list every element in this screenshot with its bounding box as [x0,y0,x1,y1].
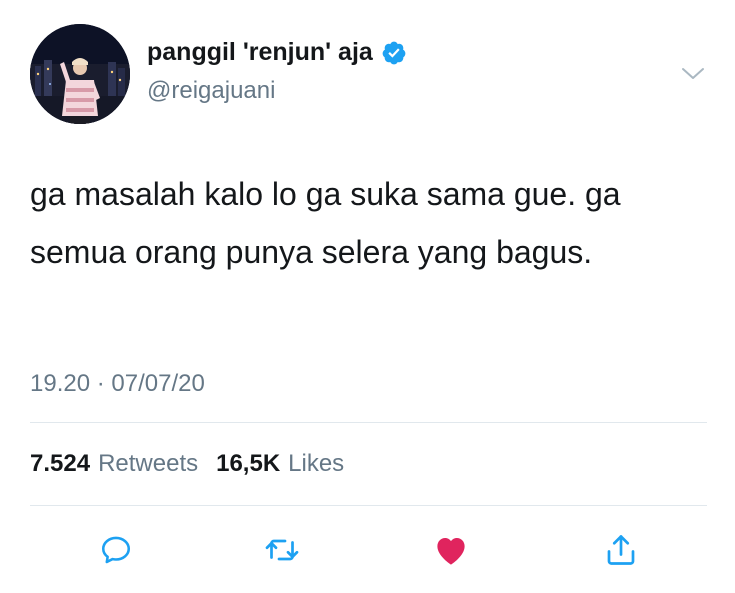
heart-icon [437,537,465,565]
share-icon [607,535,635,565]
retweets-label[interactable]: Retweets [98,450,198,478]
divider [30,422,707,423]
reply-icon [101,536,131,564]
chevron-down-icon[interactable] [680,60,706,86]
likes-count[interactable]: 16,5K [216,450,280,478]
likes-label[interactable]: Likes [288,450,344,478]
retweets-count[interactable]: 7.524 [30,450,90,478]
divider [30,505,707,506]
author-name-row: panggil 'renjun' aja [147,38,407,67]
retweet-button[interactable] [262,530,302,570]
retweet-icon [265,539,299,561]
avatar[interactable] [30,24,130,124]
avatar-image [30,24,130,124]
display-name[interactable]: panggil 'renjun' aja [147,38,373,67]
tweet-timestamp[interactable]: 19.20 · 07/07/20 [30,370,205,398]
tweet-text: ga masalah kalo lo ga suka sama gue. ga … [30,176,621,270]
reply-button[interactable] [96,530,136,570]
verified-badge-icon [381,40,407,66]
share-button[interactable] [601,530,641,570]
user-handle[interactable]: @reigajuani [147,77,275,105]
like-button[interactable] [431,530,471,570]
tweet-stats: 7.524 Retweets 16,5K Likes [30,450,354,478]
